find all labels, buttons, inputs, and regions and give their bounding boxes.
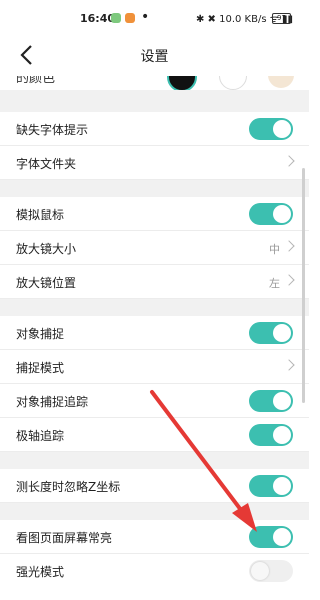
annotation-arrow	[150, 390, 257, 532]
